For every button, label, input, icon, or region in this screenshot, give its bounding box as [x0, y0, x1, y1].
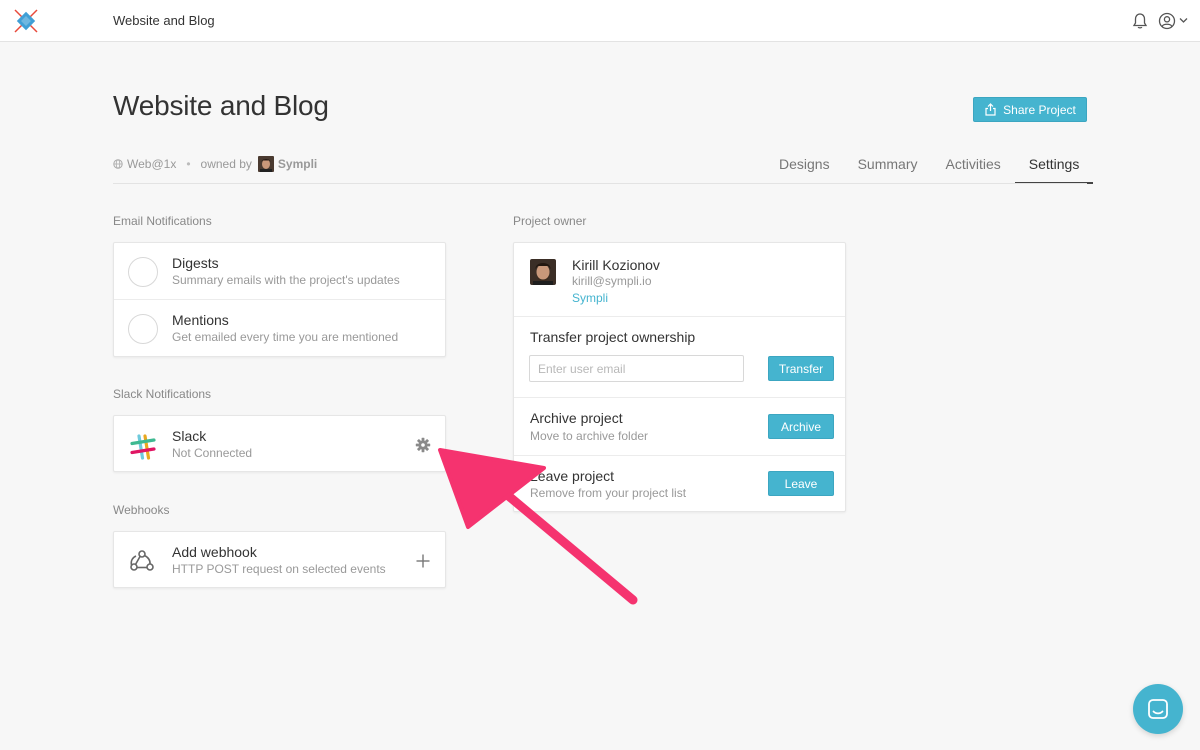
archive-title: Archive project — [530, 410, 623, 426]
tab-settings[interactable]: Settings — [1014, 156, 1094, 184]
gear-icon[interactable] — [415, 437, 431, 453]
top-bar: Website and Blog — [0, 0, 1200, 42]
transfer-email-input[interactable] — [529, 355, 744, 382]
owner-email: kirill@sympli.io — [572, 274, 652, 288]
digests-subtitle: Summary emails with the project's update… — [172, 273, 400, 287]
email-notifications-heading: Email Notifications — [113, 214, 212, 228]
archive-subtitle: Move to archive folder — [530, 429, 649, 443]
archive-section: Archive project Move to archive folder A… — [514, 398, 845, 456]
user-circle-icon[interactable] — [1158, 12, 1176, 30]
project-tabs: Designs Summary Activities Settings — [765, 156, 1094, 184]
owner-avatar — [530, 259, 556, 285]
slack-card: Slack Not Connected — [113, 415, 446, 472]
owner-company-link[interactable]: Sympli — [572, 291, 608, 305]
mentions-subtitle: Get emailed every time you are mentioned — [172, 330, 399, 344]
share-icon — [985, 103, 996, 116]
platform-label: Web@1x — [127, 157, 177, 171]
owner-name: Kirill Kozionov — [572, 257, 660, 273]
tab-designs[interactable]: Designs — [765, 156, 844, 184]
list-item: Mentions Get emailed every time you are … — [114, 300, 445, 357]
share-project-label: Share Project — [1003, 102, 1076, 117]
sympli-logo-icon[interactable] — [13, 8, 39, 34]
chevron-down-icon[interactable] — [1179, 17, 1188, 24]
project-owner-heading: Project owner — [513, 214, 587, 228]
add-webhook-subtitle: HTTP POST request on selected events — [172, 562, 386, 576]
leave-button[interactable]: Leave — [768, 471, 834, 496]
list-item: Digests Summary emails with the project'… — [114, 243, 445, 300]
plus-icon[interactable] — [415, 553, 431, 569]
owner-avatar-small — [257, 156, 274, 172]
webhooks-heading: Webhooks — [113, 503, 170, 517]
page-title: Website and Blog — [113, 90, 329, 121]
tab-summary[interactable]: Summary — [844, 156, 932, 184]
webhook-card[interactable]: Add webhook HTTP POST request on selecte… — [113, 531, 446, 588]
add-webhook-title: Add webhook — [172, 544, 257, 560]
topbar-project-title: Website and Blog — [113, 13, 215, 28]
transfer-title: Transfer project ownership — [530, 329, 696, 345]
email-notifications-card: Digests Summary emails with the project'… — [113, 242, 446, 357]
project-owner-card: Kirill Kozionov kirill@sympli.io Sympli … — [513, 242, 846, 512]
webhook-icon — [130, 550, 154, 571]
project-meta: Web@1x • owned by Sympli — [113, 156, 317, 172]
digests-title: Digests — [172, 255, 219, 271]
chat-icon — [1148, 699, 1168, 719]
leave-subtitle: Remove from your project list — [530, 486, 687, 500]
leave-section: Leave project Remove from your project l… — [514, 456, 845, 513]
slack-title: Slack — [172, 428, 207, 444]
digests-toggle[interactable] — [128, 257, 158, 287]
transfer-ownership-section: Transfer project ownership Transfer — [514, 317, 845, 398]
slack-notifications-heading: Slack Notifications — [113, 387, 212, 401]
mentions-toggle[interactable] — [128, 314, 158, 344]
archive-button[interactable]: Archive — [768, 414, 834, 439]
header-divider — [113, 183, 1087, 184]
slack-icon — [130, 434, 156, 460]
bell-icon[interactable] — [1131, 12, 1149, 30]
leave-title: Leave project — [530, 468, 615, 484]
chat-button[interactable] — [1133, 684, 1183, 734]
owner-link[interactable]: Sympli — [278, 157, 317, 171]
share-project-button[interactable]: Share Project — [973, 97, 1087, 122]
owned-by-label: owned by — [200, 157, 252, 171]
slack-status: Not Connected — [172, 446, 253, 460]
tab-activities[interactable]: Activities — [932, 156, 1015, 184]
mentions-title: Mentions — [172, 312, 229, 328]
transfer-button[interactable]: Transfer — [768, 356, 834, 381]
separator-dot: • — [186, 157, 191, 171]
owner-info: Kirill Kozionov kirill@sympli.io Sympli — [514, 243, 845, 317]
globe-icon — [113, 159, 123, 169]
